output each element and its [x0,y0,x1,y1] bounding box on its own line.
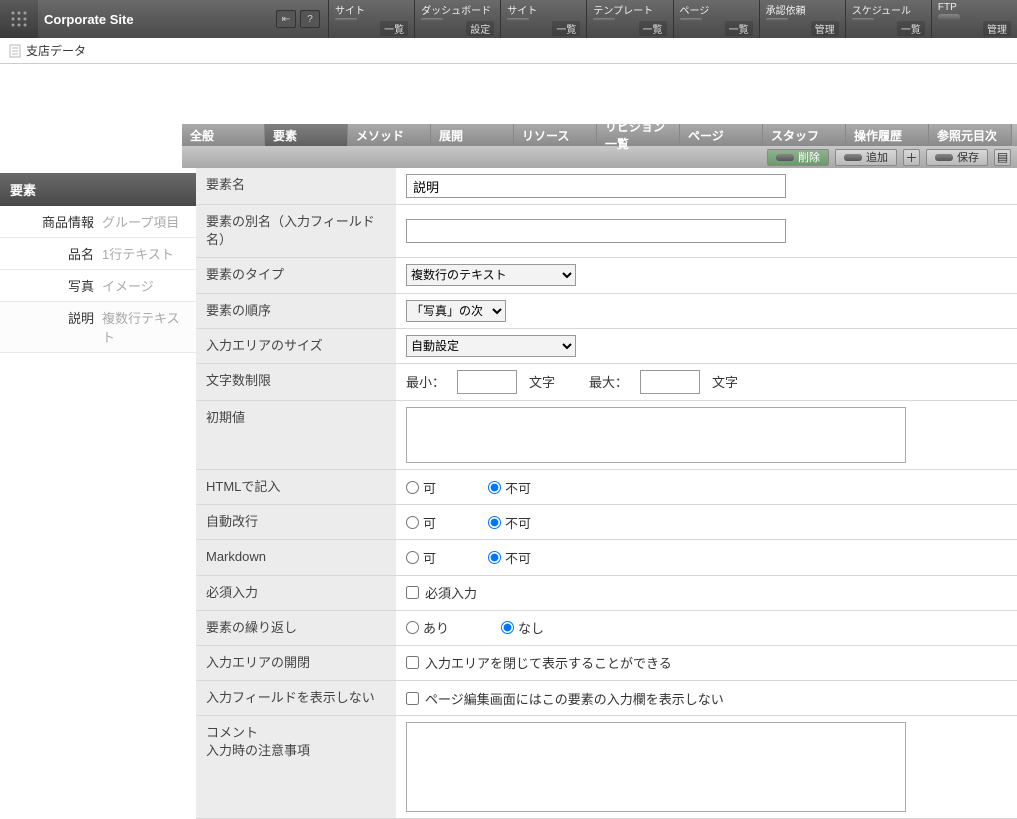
nav-approval[interactable]: 承認依頼管理 [759,0,845,38]
label-element-order: 要素の順序 [196,294,396,328]
tab-deploy[interactable]: 展開 [431,124,514,146]
sidebar: 要素 商品情報 グループ項目 品名 1行テキスト 写真 イメージ 説明 複数行テ… [0,64,196,819]
html-no-radio[interactable]: 不可 [488,478,531,497]
nav-site[interactable]: サイト一覧 [328,0,414,38]
nav-dashboard[interactable]: ダッシュボード設定 [414,0,500,38]
sidebar-item-photo[interactable]: 写真 イメージ [0,270,196,302]
breadcrumb: 支店データ [0,38,1017,64]
repeat-yes-radio[interactable]: あり [406,618,449,637]
nav-page[interactable]: ページ一覧 [673,0,759,38]
nav-template[interactable]: テンプレート一覧 [586,0,672,38]
collapse-checkbox[interactable]: 入力エリアを閉じて表示することができる [406,653,672,672]
tab-general[interactable]: 全般 [182,124,265,146]
topbar-title: Corporate Site [38,0,268,38]
delete-button[interactable]: 削除 [767,149,829,166]
label-area-size: 入力エリアのサイズ [196,329,396,363]
area-size-select[interactable]: 自動設定 [406,335,576,357]
autobreak-yes-radio[interactable]: 可 [406,513,436,532]
element-order-select[interactable]: 「写真」の次 [406,300,506,322]
label-markdown: Markdown [196,540,396,574]
tab-references[interactable]: 参照元目次 [929,124,1012,146]
tab-method[interactable]: メソッド [348,124,431,146]
label-default: 初期値 [196,401,396,469]
hide-checkbox[interactable]: ページ編集画面にはこの要素の入力欄を表示しない [406,689,724,708]
label-autobreak: 自動改行 [196,505,396,539]
label-char-limit: 文字数制限 [196,364,396,400]
tabs: 全般 要素 メソッド 展開 リソース リビジョン一覧 ページ スタッフ 操作履歴… [182,124,1017,146]
element-type-select[interactable]: 複数行のテキスト [406,264,576,286]
topbar-nav: サイト一覧 ダッシュボード設定 サイト一覧 テンプレート一覧 ページ一覧 承認依… [328,0,1017,38]
repeat-no-radio[interactable]: なし [501,618,544,637]
menu-icon[interactable]: ▤ [994,149,1011,166]
help-icon[interactable]: ? [300,10,320,28]
autobreak-no-radio[interactable]: 不可 [488,513,531,532]
plus-icon[interactable]: ＋ [903,149,920,166]
tab-element[interactable]: 要素 [265,124,348,146]
tab-page[interactable]: ページ [680,124,763,146]
nav-schedule[interactable]: スケジュール一覧 [845,0,931,38]
sidebar-item-product-info[interactable]: 商品情報 グループ項目 [0,206,196,238]
markdown-yes-radio[interactable]: 可 [406,548,436,567]
label-repeat: 要素の繰り返し [196,611,396,645]
form: 要素名 要素の別名（入力フィールド名） 要素のタイプ 複数行のテキスト 要素の順… [196,168,1017,819]
app-logo [0,0,38,38]
document-icon [8,44,22,58]
topbar: Corporate Site ⇤ ? サイト一覧 ダッシュボード設定 サイト一覧… [0,0,1017,38]
content: 全般 要素 メソッド 展開 リソース リビジョン一覧 ページ スタッフ 操作履歴… [196,64,1017,819]
tab-revisions[interactable]: リビジョン一覧 [597,124,680,146]
topbar-mini-buttons: ⇤ ? [268,0,328,38]
label-element-type: 要素のタイプ [196,258,396,292]
page-title: 支店データ [26,42,86,59]
sidebar-item-description[interactable]: 説明 複数行テキスト [0,302,196,353]
tab-history[interactable]: 操作履歴 [846,124,929,146]
tab-resource[interactable]: リソース [514,124,597,146]
label-html: HTMLで記入 [196,470,396,504]
label-element-name: 要素名 [196,168,396,204]
element-name-input[interactable] [406,174,786,198]
html-yes-radio[interactable]: 可 [406,478,436,497]
char-max-input[interactable] [640,370,700,394]
element-alias-input[interactable] [406,219,786,243]
markdown-no-radio[interactable]: 不可 [488,548,531,567]
sidebar-header: 要素 [0,173,196,206]
collapse-icon[interactable]: ⇤ [276,10,296,28]
required-checkbox[interactable]: 必須入力 [406,583,477,602]
label-element-alias: 要素の別名（入力フィールド名） [196,205,396,257]
label-collapse: 入力エリアの開閉 [196,646,396,680]
add-button[interactable]: 追加 [835,149,897,166]
default-textarea[interactable] [406,407,906,463]
save-button[interactable]: 保存 [926,149,988,166]
label-comment: コメント 入力時の注意事項 [196,716,396,818]
sidebar-item-name[interactable]: 品名 1行テキスト [0,238,196,270]
comment-textarea[interactable] [406,722,906,812]
action-bar: 削除 追加 ＋ 保存 ▤ [182,146,1017,168]
label-hide: 入力フィールドを表示しない [196,681,396,715]
nav-site2[interactable]: サイト一覧 [500,0,586,38]
label-required: 必須入力 [196,576,396,610]
nav-ftp[interactable]: FTP管理 [931,0,1017,38]
char-min-input[interactable] [457,370,517,394]
tab-staff[interactable]: スタッフ [763,124,846,146]
